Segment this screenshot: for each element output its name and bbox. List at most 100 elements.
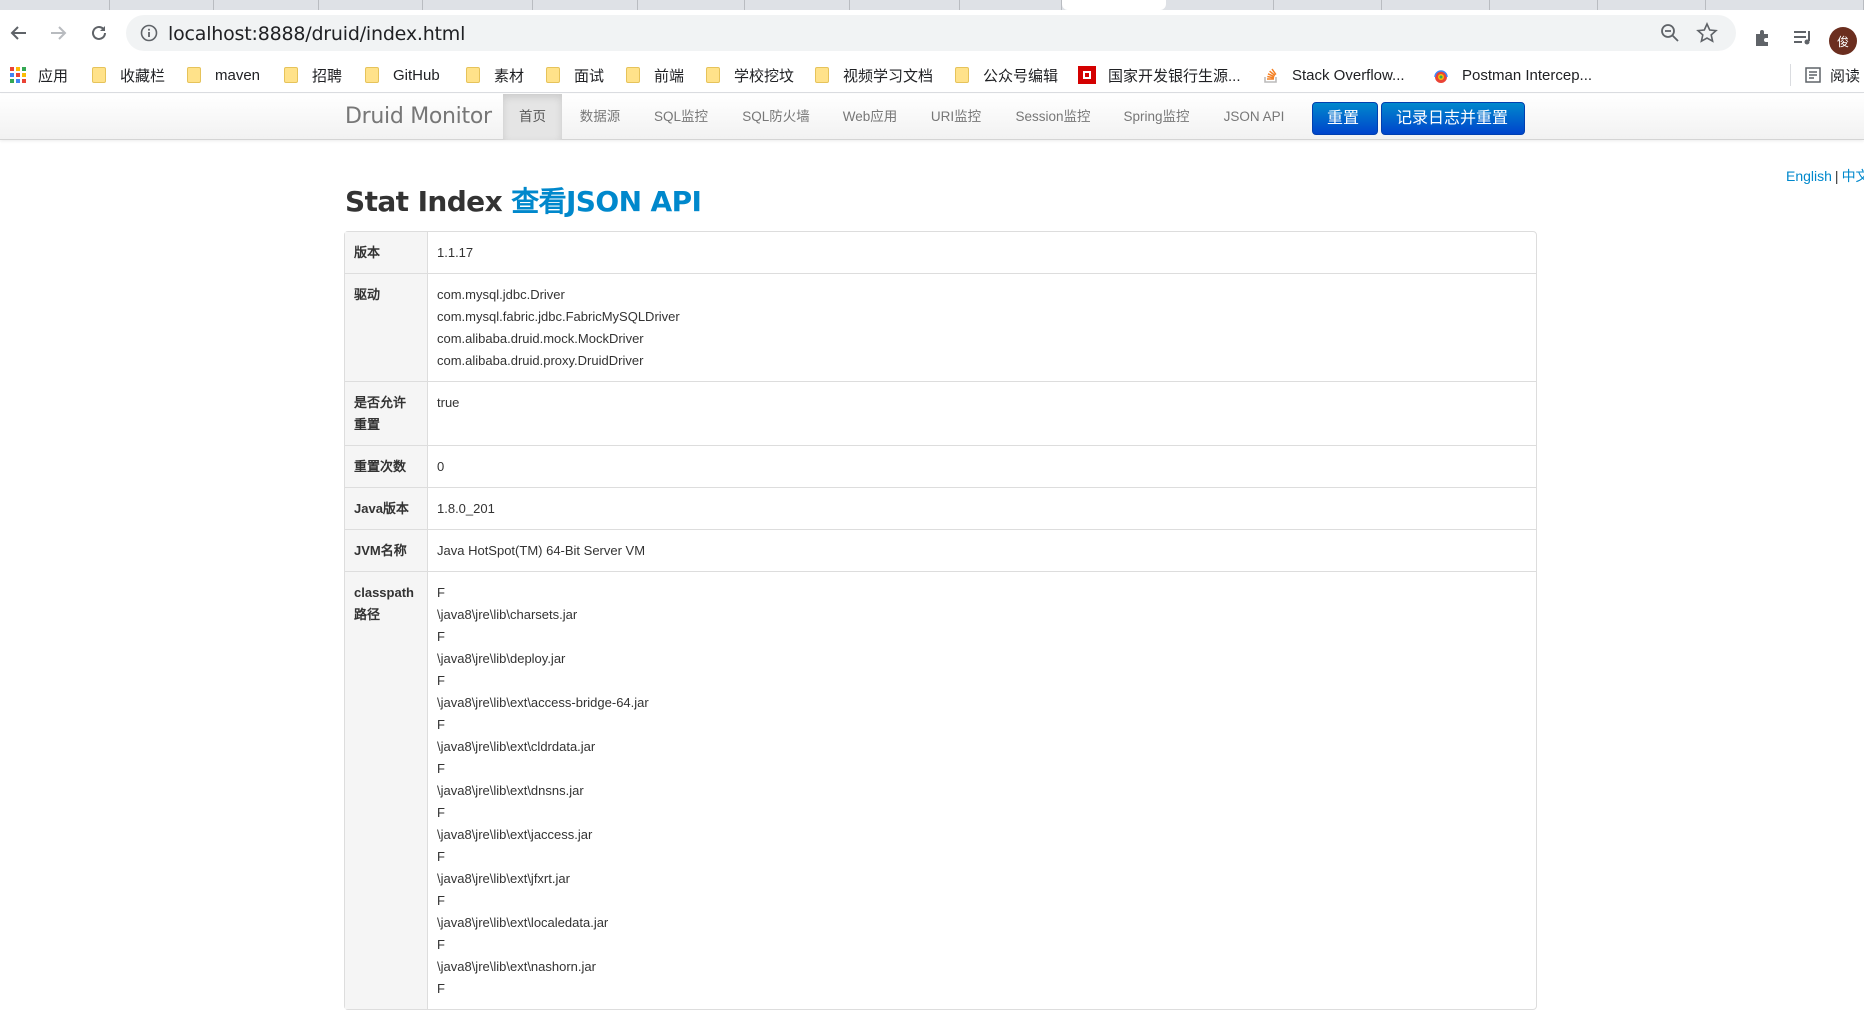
back-button[interactable] (6, 20, 32, 46)
row-value: F \java8\jre\lib\charsets.jar F \java8\jre\… (428, 571, 1536, 1009)
nav-item-uri-monitor[interactable]: URI监控 (915, 94, 997, 140)
bookmark-apps[interactable]: 应用 (10, 65, 68, 85)
browser-tab[interactable] (638, 0, 745, 10)
lang-chinese-link[interactable]: 中文 (1842, 168, 1864, 184)
page-title: Stat Index 查看JSON API (345, 180, 702, 220)
bookmark-folder[interactable]: 公众号编辑 (955, 65, 1058, 85)
row-value-line: F (437, 893, 445, 908)
media-control-icon[interactable] (1792, 28, 1814, 48)
browser-tab[interactable] (319, 0, 423, 10)
bookmark-site[interactable]: 国家开发银行生源... (1078, 65, 1241, 85)
reading-list-label: 阅读 (1830, 67, 1861, 85)
row-value-line: F (437, 937, 445, 952)
row-value-line: com.alibaba.druid.mock.MockDriver (437, 331, 644, 346)
row-value-line: \java8\jre\lib\ext\localedata.jar (437, 915, 609, 930)
browser-tab[interactable] (533, 0, 638, 10)
bookmark-site[interactable]: Postman Intercep... (1432, 65, 1592, 85)
browser-tab-strip (0, 0, 1864, 10)
row-key: classpath路径 (345, 571, 428, 1009)
row-value-line: true (437, 395, 460, 410)
bookmark-folder[interactable]: 前端 (626, 65, 684, 85)
json-api-link[interactable]: 查看JSON API (511, 185, 702, 218)
nav-item-spring-monitor[interactable]: Spring监控 (1109, 94, 1204, 140)
row-value-line: \java8\jre\lib\ext\dnsns.jar (437, 783, 584, 798)
bookmark-folder[interactable]: 学校挖坟 (706, 65, 794, 85)
reading-list-button[interactable]: 阅读 (1804, 65, 1860, 85)
bookmark-label: 国家开发银行生源... (1108, 67, 1241, 85)
folder-icon (815, 67, 829, 83)
info-icon[interactable] (140, 24, 158, 42)
lang-english-link[interactable]: English (1786, 168, 1832, 184)
browser-tab[interactable] (110, 0, 214, 10)
nav-item-session-monitor[interactable]: Session监控 (1003, 94, 1103, 140)
extensions-icon[interactable] (1752, 28, 1772, 48)
browser-tab[interactable] (745, 0, 850, 10)
forward-button[interactable] (45, 20, 71, 46)
nav-item-json-api[interactable]: JSON API (1212, 94, 1296, 140)
log-and-reset-button[interactable]: 记录日志并重置 (1381, 102, 1525, 135)
browser-tab[interactable] (1382, 0, 1490, 10)
url-text[interactable]: localhost:8888/druid/index.html (168, 23, 465, 45)
lang-separator: | (1834, 168, 1839, 184)
nav-item-home[interactable]: 首页 (503, 94, 562, 140)
browser-tab[interactable] (960, 0, 1062, 10)
bookmark-label: Postman Intercep... (1462, 66, 1593, 84)
apps-grid-icon (10, 67, 26, 83)
browser-tab[interactable] (1166, 0, 1274, 10)
nav-item-web-app[interactable]: Web应用 (830, 94, 910, 140)
reset-button[interactable]: 重置 (1312, 102, 1378, 135)
browser-tab[interactable] (1274, 0, 1382, 10)
nav-item-sql-firewall[interactable]: SQL防火墙 (727, 94, 825, 140)
language-switch: English | 中文 (1786, 166, 1864, 186)
row-value-line: \java8\jre\lib\ext\jaccess.jar (437, 827, 593, 842)
bookmark-label: GitHub (393, 66, 440, 84)
bookmark-label: 公众号编辑 (983, 67, 1059, 85)
browser-tab[interactable] (1490, 0, 1598, 10)
bookmark-folder[interactable]: 面试 (546, 65, 604, 85)
row-value-line: 1.8.0_201 (437, 501, 495, 516)
zoom-icon[interactable] (1660, 23, 1680, 43)
bookmark-star-icon[interactable] (1696, 22, 1718, 44)
browser-tab[interactable] (0, 0, 110, 10)
browser-tab[interactable] (1706, 0, 1864, 10)
bookmark-folder[interactable]: 素材 (466, 65, 524, 85)
bookmark-folder[interactable]: 收藏栏 (92, 65, 165, 85)
reload-button[interactable] (86, 20, 112, 46)
nav-item-sql-monitor[interactable]: SQL监控 (640, 94, 722, 140)
profile-avatar[interactable]: 俊 (1829, 27, 1857, 55)
bookmark-folder[interactable]: maven (187, 65, 260, 85)
table-row: classpath路径 F \java8\jre\lib\charsets.jar F… (345, 571, 1536, 1009)
brand-title[interactable]: Druid Monitor (345, 104, 492, 129)
bookmark-folder[interactable]: GitHub (365, 65, 440, 85)
browser-tab-active[interactable] (1062, 0, 1166, 10)
arrow-right-icon (51, 26, 67, 40)
address-bar: localhost:8888/druid/index.html 俊 (0, 10, 1864, 56)
browser-tab[interactable] (214, 0, 319, 10)
row-value-line: \java8\jre\lib\ext\access-bridge-64.jar (437, 695, 649, 710)
omnibox[interactable]: localhost:8888/druid/index.html (126, 15, 1736, 51)
folder-icon (284, 67, 298, 83)
bookmark-folder[interactable]: 视频学习文档 (815, 65, 933, 85)
folder-icon (92, 67, 106, 83)
stackoverflow-icon (1264, 68, 1277, 83)
browser-tab[interactable] (423, 0, 533, 10)
row-value-line: Java HotSpot(TM) 64-Bit Server VM (437, 543, 646, 558)
postman-icon (1434, 70, 1448, 83)
reload-icon (92, 25, 106, 40)
nav-item-datasource[interactable]: 数据源 (565, 94, 635, 140)
bookmark-folder[interactable]: 招聘 (284, 65, 342, 85)
arrow-left-icon (10, 26, 26, 40)
bookmark-site[interactable]: Stack Overflow... (1262, 65, 1405, 85)
druid-navbar: Druid Monitor 首页 数据源 SQL监控 SQL防火墙 Web应用 … (0, 94, 1864, 140)
row-value-line: F (437, 849, 445, 864)
browser-tab[interactable] (1598, 0, 1706, 10)
row-key: JVM名称 (345, 529, 428, 571)
bookmark-label: 前端 (654, 67, 685, 85)
row-value-line: F (437, 981, 445, 996)
bank-favicon-icon (1078, 66, 1096, 84)
folder-icon (955, 67, 969, 83)
browser-tab[interactable] (850, 0, 960, 10)
bookmarks-divider (1790, 64, 1791, 86)
row-value-line: com.mysql.fabric.jdbc.FabricMySQLDriver (437, 309, 680, 324)
table-row: Java版本 1.8.0_201 (345, 487, 1536, 529)
